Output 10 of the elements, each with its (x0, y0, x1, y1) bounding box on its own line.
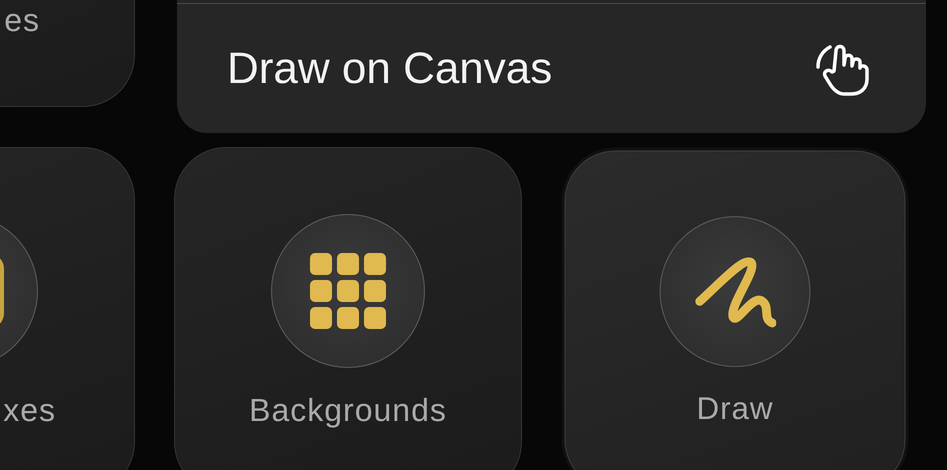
menu-item[interactable]: Draw on Canvas (177, 3, 926, 133)
tile-label: xes (3, 394, 56, 426)
menu-item-label: Draw on Canvas (227, 46, 552, 90)
tile-label: es (4, 4, 40, 36)
tile-card[interactable]: xes (0, 147, 135, 470)
tile-label: Draw (696, 392, 774, 424)
tile-card[interactable]: Draw (564, 150, 906, 470)
tile-label: Backgrounds (249, 394, 447, 426)
grid-icon (310, 253, 386, 329)
tile-card[interactable]: Backgrounds (174, 147, 522, 470)
